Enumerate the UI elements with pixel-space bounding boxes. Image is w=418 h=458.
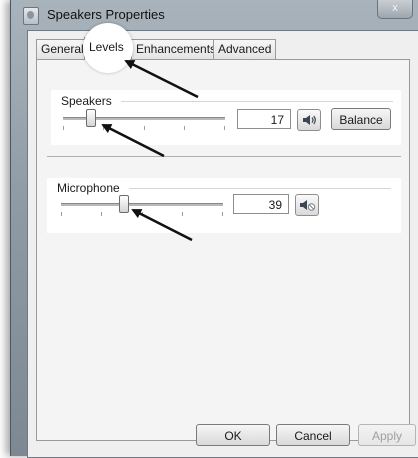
slider-tick [61, 212, 62, 216]
balance-button[interactable]: Balance [331, 108, 391, 130]
section-separator [47, 156, 401, 157]
cancel-button[interactable]: Cancel [276, 424, 350, 446]
speakers-slider-thumb[interactable] [85, 109, 96, 127]
slider-tick [103, 126, 104, 130]
slider-tick [63, 126, 64, 130]
microphone-level-input[interactable]: 39 [233, 194, 289, 214]
speakers-group: Speakers 17 Balance [51, 90, 401, 145]
tab-advanced[interactable]: Advanced [213, 39, 277, 59]
speaker-icon [303, 115, 316, 125]
apply-button[interactable]: Apply [358, 424, 416, 446]
slider-tick [222, 212, 223, 216]
microphone-label: Microphone [57, 181, 120, 195]
speakers-label: Speakers [61, 94, 112, 108]
microphone-group: Microphone 39 [47, 178, 401, 233]
tab-enhancements[interactable]: Enhancements [131, 39, 222, 59]
microphone-mute-button[interactable] [295, 194, 319, 216]
speakers-level-input[interactable]: 17 [237, 109, 291, 129]
slider-tick [142, 212, 143, 216]
speakers-properties-window: Speakers Properties x General Levels Enh… [10, 0, 418, 458]
speakers-mute-button[interactable] [297, 109, 321, 131]
slider-tick [101, 212, 102, 216]
microphone-slider-thumb[interactable] [119, 195, 130, 213]
tab-general[interactable]: General [36, 39, 89, 59]
group-divider [121, 101, 393, 102]
slider-tick [184, 126, 185, 130]
ok-button[interactable]: OK [196, 424, 270, 446]
slider-tick [144, 126, 145, 130]
microphone-slider-track[interactable] [61, 203, 223, 207]
slider-tick [182, 212, 183, 216]
highlighted-tab-label: Levels [89, 40, 124, 54]
slider-tick [224, 126, 225, 130]
window-title: Speakers Properties [47, 7, 165, 22]
close-button[interactable]: x [377, 0, 413, 19]
levels-tab-panel: Speakers 17 Balance Microphone 39 [36, 59, 410, 441]
title-bar[interactable]: Speakers Properties x [11, 0, 418, 30]
dialog-client-area: General Levels Enhancements Advanced Spe… [27, 30, 418, 458]
microphone-muted-icon [300, 200, 316, 211]
speaker-device-icon [23, 7, 39, 25]
group-divider [129, 188, 391, 189]
